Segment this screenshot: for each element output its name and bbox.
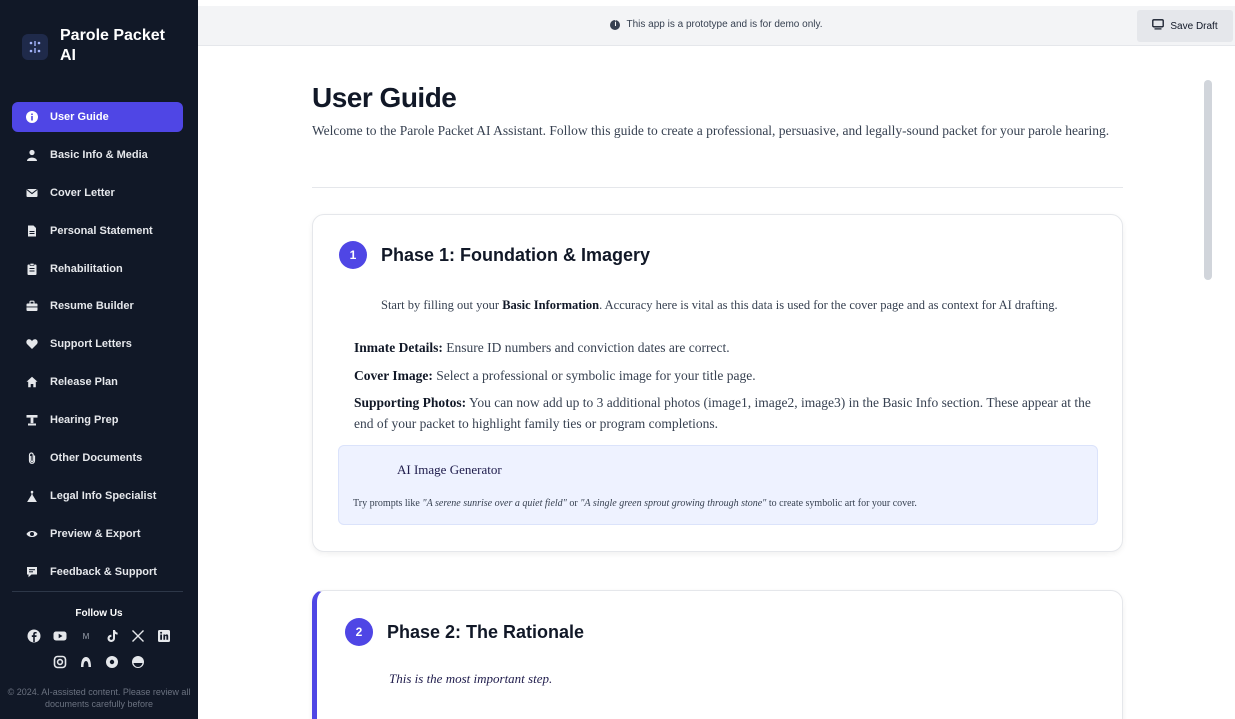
clipboard-icon	[24, 261, 40, 277]
top-bar: i This app is a prototype and is for dem…	[198, 6, 1235, 46]
monitor-icon	[1152, 19, 1165, 33]
divider	[312, 187, 1123, 188]
sparkle-logo-icon	[22, 34, 48, 60]
ai-tip-text: Try prompts like "A serene sunrise over …	[353, 498, 917, 509]
brand: Parole Packet AI	[0, 0, 198, 100]
phase-title: Phase 2: The Rationale	[387, 621, 585, 642]
ai-image-generator-tip: AI Image Generator Try prompts like "A s…	[338, 445, 1098, 525]
tiktok-icon[interactable]	[104, 628, 120, 644]
phase-1-header: 1 Phase 1: Foundation & Imagery	[339, 241, 650, 269]
sidebar-item-personal-statement[interactable]: Personal Statement	[12, 216, 183, 246]
main-content: User Guide Welcome to the Parole Packet …	[198, 46, 1235, 719]
phase-2-header: 2 Phase 2: The Rationale	[345, 618, 584, 646]
scrollbar-thumb[interactable]	[1204, 80, 1212, 280]
page-title: User Guide	[312, 82, 457, 113]
sidebar-item-release-plan[interactable]: Release Plan	[12, 367, 183, 397]
facebook-icon[interactable]	[26, 628, 42, 644]
sidebar-item-support-letters[interactable]: Support Letters	[12, 329, 183, 359]
sidebar-item-rehabilitation[interactable]: Rehabilitation	[12, 254, 183, 284]
follow-us-label: Follow Us	[75, 608, 123, 619]
eye-icon	[24, 526, 40, 542]
youtube-icon[interactable]	[52, 628, 68, 644]
prototype-notice: i This app is a prototype and is for dem…	[198, 19, 1235, 30]
sidebar-item-label: Other Documents	[50, 452, 143, 465]
social-links-row-2	[0, 654, 198, 670]
save-draft-label: Save Draft	[1170, 20, 1218, 32]
detail-cover-image: Cover Image: Select a professional or sy…	[354, 368, 756, 383]
save-draft-button[interactable]: Save Draft	[1137, 10, 1233, 42]
sidebar-item-preview-export[interactable]: Preview & Export	[12, 519, 183, 549]
sidebar-item-label: Personal Statement	[50, 224, 153, 237]
sidebar-item-label: Cover Letter	[50, 186, 115, 199]
sidebar-divider	[12, 591, 183, 592]
app-title: Parole Packet AI	[60, 27, 165, 64]
sidebar-item-label: Support Letters	[50, 338, 132, 351]
detail-supporting-photos: Supporting Photos: You can now add up to…	[354, 395, 1091, 431]
sidebar-item-label: Basic Info & Media	[50, 148, 148, 161]
sidebar-item-resume-builder[interactable]: Resume Builder	[12, 291, 183, 321]
sidebar-item-feedback-support[interactable]: Feedback & Support	[12, 557, 183, 587]
phase-2-subtitle: This is the most important step.	[389, 671, 553, 686]
medium-icon[interactable]: M	[78, 628, 94, 644]
heart-icon	[24, 336, 40, 352]
linkedin-icon[interactable]	[156, 628, 172, 644]
sidebar-item-label: Rehabilitation	[50, 262, 123, 275]
envelope-icon	[24, 185, 40, 201]
phase-1-card: 1 Phase 1: Foundation & Imagery Start by…	[312, 214, 1123, 552]
circle-link-icon[interactable]	[104, 654, 120, 670]
file-icon	[24, 223, 40, 239]
comment-icon	[24, 564, 40, 580]
basic-information-emphasis: Basic Information	[502, 298, 600, 312]
sidebar-item-label: Preview & Export	[50, 527, 141, 540]
circle-half-icon[interactable]	[130, 654, 146, 670]
phase-number-badge: 1	[339, 241, 367, 269]
sidebar-nav: User Guide Basic Info & Media Cover Lett…	[12, 102, 183, 595]
threads-icon[interactable]	[78, 654, 94, 670]
sidebar-item-basic-info[interactable]: Basic Info & Media	[12, 140, 183, 170]
page-intro: Welcome to the Parole Packet AI Assistan…	[312, 123, 1110, 138]
sidebar: Parole Packet AI User Guide Basic Info &…	[0, 0, 198, 719]
briefcase-icon	[24, 298, 40, 314]
instagram-icon[interactable]	[52, 654, 68, 670]
phase-2-card: 2 Phase 2: The Rationale This is the mos…	[312, 590, 1123, 719]
sidebar-item-label: Resume Builder	[50, 300, 134, 313]
info-icon	[24, 109, 40, 125]
sidebar-item-other-documents[interactable]: Other Documents	[12, 443, 183, 473]
sidebar-item-label: Legal Info Specialist	[50, 489, 157, 502]
detail-inmate: Inmate Details: Ensure ID numbers and co…	[354, 340, 730, 355]
phase-title: Phase 1: Foundation & Imagery	[381, 244, 651, 265]
phase-number-badge: 2	[345, 618, 373, 646]
sidebar-item-label: Feedback & Support	[50, 565, 157, 578]
gavel-icon	[24, 412, 40, 428]
phase-1-paragraph: Start by filling out your Basic Informat…	[381, 298, 1058, 312]
scrollbar[interactable]	[1204, 80, 1212, 700]
sidebar-item-cover-letter[interactable]: Cover Letter	[12, 178, 183, 208]
paperclip-icon	[24, 450, 40, 466]
sidebar-item-hearing-prep[interactable]: Hearing Prep	[12, 405, 183, 435]
sidebar-item-label: User Guide	[50, 111, 109, 123]
copyright-text: © 2024. AI-assisted content. Please revi…	[7, 687, 191, 709]
sidebar-item-legal-info[interactable]: Legal Info Specialist	[12, 481, 183, 511]
info-icon: i	[610, 19, 621, 30]
ai-tip-title: AI Image Generator	[397, 462, 502, 477]
x-twitter-icon[interactable]	[130, 628, 146, 644]
sidebar-item-label: Release Plan	[50, 376, 118, 389]
scales-icon	[24, 488, 40, 504]
notice-text: This app is a prototype and is for demo …	[626, 19, 823, 30]
sidebar-item-user-guide[interactable]: User Guide	[12, 102, 183, 132]
social-links: M	[0, 628, 198, 644]
sidebar-item-label: Hearing Prep	[50, 414, 119, 427]
home-icon	[24, 374, 40, 390]
user-icon	[24, 147, 40, 163]
